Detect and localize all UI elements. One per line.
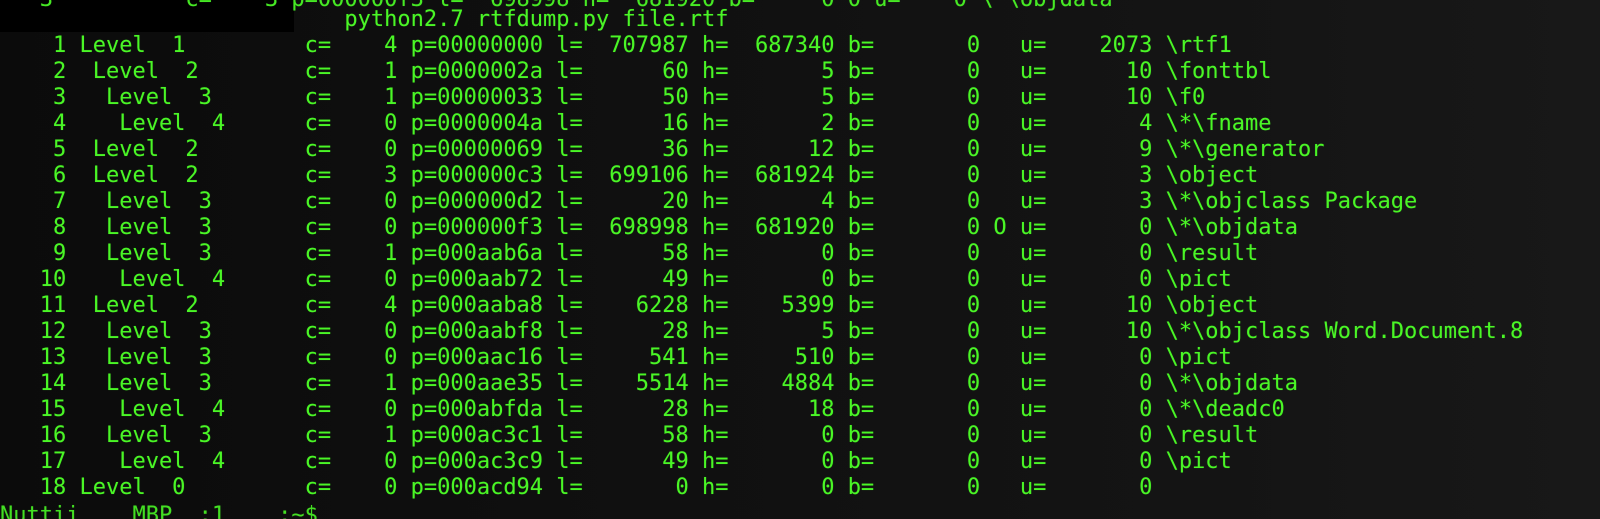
output-row-4: 4 Level 4 c= 0 p=0000004a l= 16 h= 2 b= … (0, 111, 1272, 136)
output-row-7: 7 Level 3 c= 0 p=000000d2 l= 20 h= 4 b= … (0, 189, 1418, 214)
output-row-15: 15 Level 4 c= 0 p=000abfda l= 28 h= 18 b… (0, 397, 1285, 422)
output-row-6: 6 Level 2 c= 3 p=000000c3 l= 699106 h= 6… (0, 163, 1259, 188)
output-row-12: 12 Level 3 c= 0 p=000aabf8 l= 28 h= 5 b=… (0, 319, 1524, 344)
output-row-16: 16 Level 3 c= 1 p=000ac3c1 l= 58 h= 0 b=… (0, 423, 1259, 448)
output-row-2: 2 Level 2 c= 1 p=0000002a l= 60 h= 5 b= … (0, 59, 1272, 84)
output-row-3: 3 Level 3 c= 1 p=00000033 l= 50 h= 5 b= … (0, 85, 1206, 110)
output-row-18: 18 Level 0 c= 0 p=000acd94 l= 0 h= 0 b= … (0, 475, 1153, 500)
output-row-13: 13 Level 3 c= 0 p=000aac16 l= 541 h= 510… (0, 345, 1232, 370)
output-row-11: 11 Level 2 c= 4 p=000aaba8 l= 6228 h= 53… (0, 293, 1259, 318)
command-line: python2.7 rtfdump.py file.rtf (0, 7, 729, 32)
output-row-1: 1 Level 1 c= 4 p=00000000 l= 707987 h= 6… (0, 33, 1232, 58)
output-row-14: 14 Level 3 c= 1 p=000aae35 l= 5514 h= 48… (0, 371, 1299, 396)
output-row-10: 10 Level 4 c= 0 p=000aab72 l= 49 h= 0 b=… (0, 267, 1232, 292)
shell-prompt[interactable]: Nuttii MBP :1 :~$ (0, 503, 318, 519)
output-row-5: 5 Level 2 c= 0 p=00000069 l= 36 h= 12 b=… (0, 137, 1325, 162)
output-row-8: 8 Level 3 c= 0 p=000000f3 l= 698998 h= 6… (0, 215, 1299, 240)
output-row-9: 9 Level 3 c= 1 p=000aab6a l= 58 h= 0 b= … (0, 241, 1259, 266)
output-row-17: 17 Level 4 c= 0 p=000ac3c9 l= 49 h= 0 b=… (0, 449, 1232, 474)
terminal-window[interactable]: 3 c= 3 p=000000f3 l= 698998 h= 681920 b=… (0, 0, 1600, 519)
